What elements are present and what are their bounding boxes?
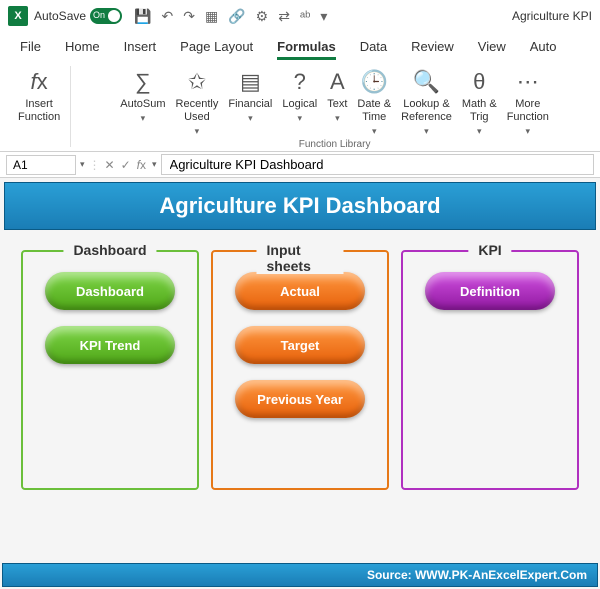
card-title: Dashboard — [63, 242, 156, 258]
save-icon[interactable]: 💾 — [134, 8, 151, 25]
document-title: Agriculture KPI — [512, 9, 592, 23]
financial-button[interactable]: ▤ Financial ▾ — [224, 66, 276, 139]
chevron-down-icon: ▾ — [248, 113, 253, 124]
button-label: Text — [327, 98, 347, 111]
ribbon: fx Insert Function ∑ AutoSum ▾ ✩Recently U… — [0, 60, 600, 152]
chevron-down-icon: ▾ — [477, 126, 482, 137]
sigma-icon: ∑ — [135, 68, 151, 96]
chevron-down-icon[interactable]: ▾ — [152, 159, 157, 170]
fx-icon: fx — [31, 68, 48, 96]
recently-used-button[interactable]: ✩Recently Used ▾ — [172, 66, 223, 139]
tab-insert[interactable]: Insert — [112, 35, 169, 60]
tab-data[interactable]: Data — [348, 35, 399, 60]
text-icon: A — [330, 68, 345, 96]
chevron-down-icon: ▾ — [372, 126, 377, 137]
formula-input[interactable] — [161, 154, 594, 175]
chevron-down-icon[interactable]: ▾ — [320, 8, 327, 25]
card-title: Input sheets — [257, 242, 344, 274]
definition-button[interactable]: Definition — [425, 272, 555, 310]
source-footer: Source: WWW.PK-AnExcelExpert.Com — [2, 563, 598, 587]
tab-automate[interactable]: Auto — [518, 35, 569, 60]
math-trig-button[interactable]: θMath & Trig ▾ — [458, 66, 501, 139]
ellipsis-icon: ⋯ — [517, 68, 539, 96]
button-label: Math & Trig — [462, 98, 497, 124]
money-icon: ▤ — [240, 68, 261, 96]
dashboard-title-banner: Agriculture KPI Dashboard — [4, 182, 596, 230]
tab-page-layout[interactable]: Page Layout — [168, 35, 265, 60]
qat-icon[interactable]: ▦ — [205, 8, 218, 25]
quick-access-toolbar: 💾 ↶ ↷ ▦ 🔗 ⚙ ⇄ ᵃᵇ ▾ — [134, 8, 327, 25]
autosave-label: AutoSave — [34, 9, 86, 23]
ribbon-group-label: Function Library — [83, 139, 586, 150]
date-time-button[interactable]: 🕒Date & Time ▾ — [353, 66, 395, 139]
tab-review[interactable]: Review — [399, 35, 466, 60]
button-label: AutoSum — [120, 98, 165, 111]
card-kpi: KPI Definition — [401, 250, 579, 490]
target-button[interactable]: Target — [235, 326, 365, 364]
tab-view[interactable]: View — [466, 35, 518, 60]
button-label: Financial — [228, 98, 272, 111]
chevron-down-icon[interactable]: ▾ — [80, 159, 85, 170]
card-title: KPI — [468, 242, 511, 258]
clock-icon: 🕒 — [361, 68, 388, 96]
tab-file[interactable]: File — [8, 35, 53, 60]
gear-icon[interactable]: ⚙ — [256, 8, 269, 25]
question-icon: ? — [294, 68, 306, 96]
lookup-icon: 🔍 — [413, 68, 440, 96]
ribbon-group-function-library: ∑ AutoSum ▾ ✩Recently Used ▾ ▤ Financial ▾ ? L… — [77, 66, 592, 147]
button-label: More Function — [507, 98, 549, 124]
card-container: Dashboard Dashboard KPI Trend Input shee… — [2, 232, 598, 508]
button-label: Insert Function — [18, 98, 60, 124]
qat-icon[interactable]: 🔗 — [228, 8, 245, 25]
enter-icon[interactable]: ✓ — [121, 158, 131, 172]
fx-icon[interactable]: fx — [137, 158, 146, 172]
chevron-down-icon: ▾ — [526, 126, 531, 137]
chevron-down-icon: ▾ — [298, 113, 303, 124]
tab-home[interactable]: Home — [53, 35, 112, 60]
chevron-down-icon: ▾ — [141, 113, 146, 124]
toggle-on-icon[interactable]: On — [90, 8, 122, 24]
redo-icon[interactable]: ↷ — [183, 8, 195, 25]
autosave-toggle[interactable]: AutoSave On — [34, 8, 122, 24]
lookup-button[interactable]: 🔍Lookup & Reference ▾ — [397, 66, 456, 139]
button-label: Recently Used — [176, 98, 219, 124]
previous-year-button[interactable]: Previous Year — [235, 380, 365, 418]
chevron-down-icon: ▾ — [335, 113, 340, 124]
kpi-trend-button[interactable]: KPI Trend — [45, 326, 175, 364]
button-label: Logical — [282, 98, 317, 111]
more-functions-button[interactable]: ⋯More Function ▾ — [503, 66, 553, 139]
worksheet-area: Agriculture KPI Dashboard Dashboard Dash… — [0, 178, 600, 589]
actual-button[interactable]: Actual — [235, 272, 365, 310]
card-input-sheets: Input sheets Actual Target Previous Year — [211, 250, 389, 490]
logical-button[interactable]: ? Logical ▾ — [278, 66, 321, 139]
button-label: Date & Time — [357, 98, 391, 124]
undo-icon[interactable]: ↶ — [161, 8, 173, 25]
qat-icon[interactable]: ⇄ — [278, 8, 290, 25]
name-box[interactable] — [6, 155, 76, 175]
tab-formulas[interactable]: Formulas — [265, 35, 348, 60]
dashboard-button[interactable]: Dashboard — [45, 272, 175, 310]
chevron-down-icon: ▾ — [195, 126, 200, 137]
qat-icon[interactable]: ᵃᵇ — [300, 8, 311, 24]
excel-logo-icon: X — [8, 6, 28, 26]
ribbon-tabs: File Home Insert Page Layout Formulas Da… — [0, 32, 600, 60]
titlebar: X AutoSave On 💾 ↶ ↷ ▦ 🔗 ⚙ ⇄ ᵃᵇ ▾ Agricul… — [0, 0, 600, 32]
button-label: Lookup & Reference — [401, 98, 452, 124]
chevron-down-icon: ▾ — [424, 126, 429, 137]
formula-bar: ▾ ⋮ ✕ ✓ fx ▾ — [0, 152, 600, 178]
star-icon: ✩ — [188, 68, 206, 96]
insert-function-button[interactable]: fx Insert Function — [14, 66, 64, 126]
theta-icon: θ — [473, 68, 485, 96]
card-dashboard: Dashboard Dashboard KPI Trend — [21, 250, 199, 490]
text-button[interactable]: A Text ▾ — [323, 66, 351, 139]
cancel-icon[interactable]: ✕ — [105, 158, 115, 172]
ribbon-group-insert-function: fx Insert Function — [8, 66, 71, 147]
autosum-button[interactable]: ∑ AutoSum ▾ — [116, 66, 169, 139]
